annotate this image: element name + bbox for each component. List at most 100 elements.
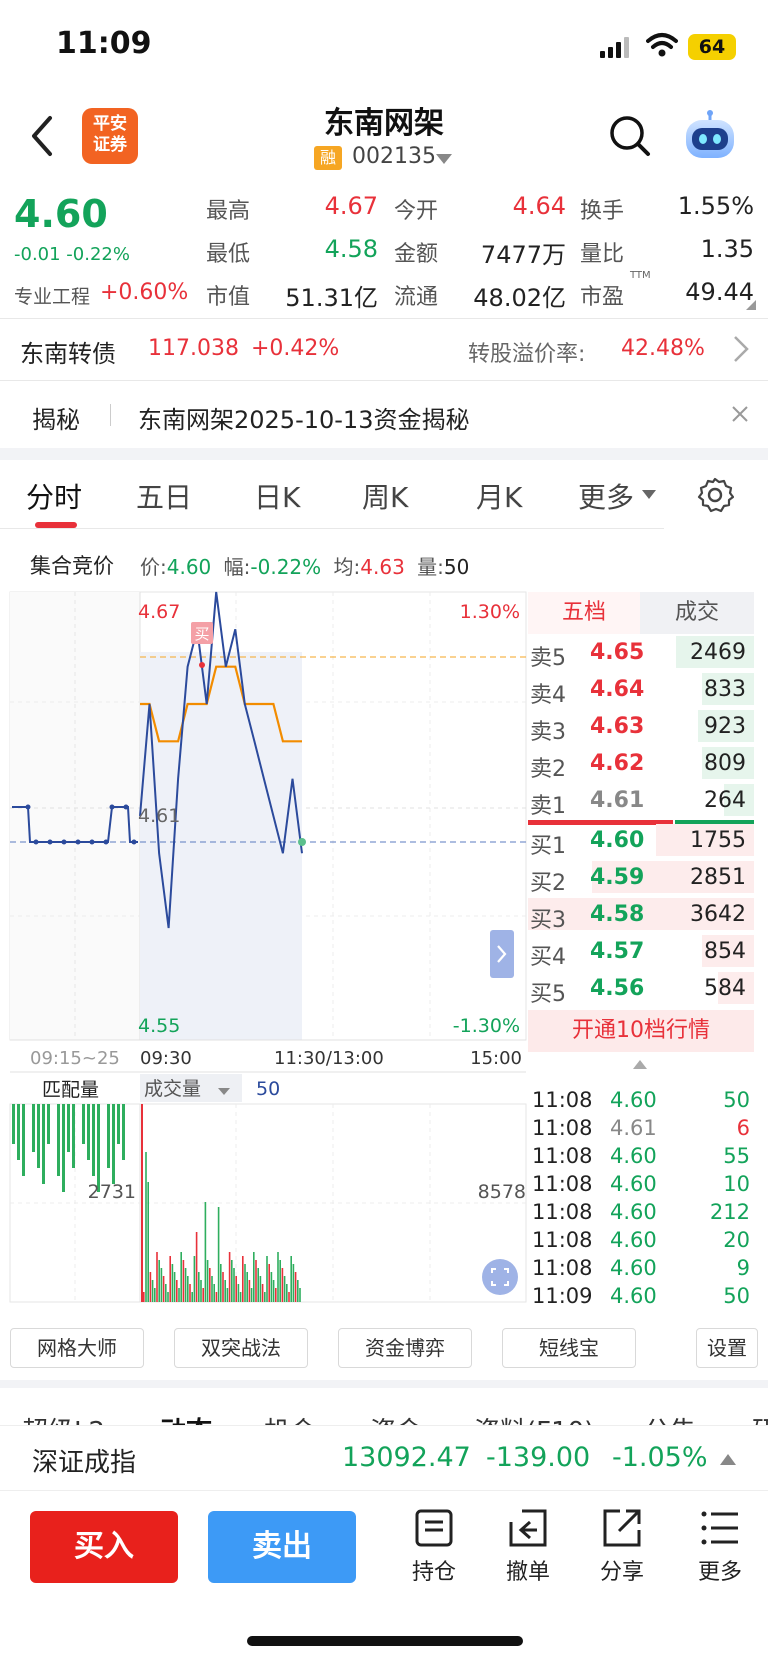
menu-icon: [701, 1511, 738, 1545]
tool-short-term[interactable]: 短线宝: [502, 1328, 636, 1368]
info-avg: 4.63: [360, 555, 405, 579]
conversion-premium-label: 转股溢价率:: [468, 342, 586, 367]
tick-time: 11:08: [532, 1088, 593, 1112]
share-label: 分享: [599, 1560, 644, 1585]
expand-handle[interactable]: [490, 930, 514, 978]
more-button[interactable]: 更多: [680, 1508, 760, 1586]
ai-assistant-icon[interactable]: [682, 110, 738, 162]
tab-monthly-k[interactable]: 月K: [476, 476, 522, 516]
time-label-auction: 09:15~25: [30, 1048, 120, 1069]
close-icon[interactable]: [730, 404, 750, 424]
ask-price: 4.63: [590, 714, 645, 739]
fullscreen-button[interactable]: [482, 1259, 518, 1295]
auction-volume-bar: [22, 1104, 25, 1176]
index-change: -139.00: [486, 1442, 591, 1473]
tick-price: 4.60: [610, 1284, 657, 1308]
tab-more[interactable]: 更多: [578, 476, 634, 516]
volume-bar: [160, 1268, 163, 1302]
chevron-down-icon[interactable]: [642, 490, 656, 499]
index-percent: -1.05%: [612, 1442, 708, 1473]
bid-row[interactable]: 买3 4.58 3642: [528, 896, 754, 933]
sector-name[interactable]: 专业工程: [14, 282, 90, 309]
sell-button[interactable]: 卖出: [208, 1511, 356, 1583]
scroll-up-icon[interactable]: [633, 1060, 647, 1069]
tick-row: 11:08 4.60 212: [530, 1200, 754, 1228]
chevron-right-icon[interactable]: [732, 334, 750, 364]
intraday-chart[interactable]: 买 4.67 4.61 4.55 1.30% -1.30% 09:15~25 0…: [0, 590, 528, 1320]
index-ticker[interactable]: 深证成指 13092.47 -139.00 -1.05%: [0, 1425, 768, 1491]
positions-button[interactable]: 持仓: [394, 1508, 474, 1586]
tab-daily-k[interactable]: 日K: [254, 476, 300, 516]
ask-row[interactable]: 卖5 4.65 2469: [528, 634, 754, 671]
ask-volume: 2469: [690, 640, 746, 665]
sector-change[interactable]: +0.60%: [100, 280, 188, 305]
ask-row[interactable]: 卖2 4.62 809: [528, 745, 754, 782]
gear-icon[interactable]: [696, 476, 734, 514]
volume-bar: [215, 1292, 218, 1302]
volume-bar: [211, 1276, 213, 1302]
volume-bar: [277, 1252, 279, 1302]
divider: [0, 380, 768, 381]
tab-trades[interactable]: 成交: [640, 592, 754, 634]
tab-opportunity[interactable]: 机会: [264, 1411, 316, 1425]
tab-order-book[interactable]: 五档: [528, 592, 640, 634]
tab-research[interactable]: 研: [752, 1411, 768, 1425]
tab-funds[interactable]: 资金: [370, 1411, 422, 1425]
chevron-down-icon[interactable]: [436, 154, 452, 164]
reveal-link[interactable]: 东南网架2025-10-13资金揭秘: [138, 400, 469, 435]
tab-intraday[interactable]: 分时: [26, 476, 82, 516]
wifi-icon: [646, 33, 678, 57]
tab-weekly-k[interactable]: 周K: [362, 476, 408, 516]
bid-row[interactable]: 买1 4.60 1755: [528, 822, 754, 859]
tool-fund-game[interactable]: 资金博弈: [338, 1328, 472, 1368]
auction-volume-bar: [122, 1104, 125, 1160]
tool-double-breakout[interactable]: 双突战法: [174, 1328, 308, 1368]
tab-five-day[interactable]: 五日: [136, 476, 192, 516]
tick-price: 4.61: [610, 1116, 657, 1140]
tool-settings[interactable]: 设置: [696, 1328, 758, 1368]
tab-f10[interactable]: 资料(F10): [474, 1411, 594, 1425]
volume-bar: [204, 1202, 207, 1302]
chevron-up-icon[interactable]: [720, 1454, 736, 1465]
stat-value-float: 48.02亿: [473, 284, 566, 312]
left-volume-max: 2731: [88, 1181, 136, 1203]
status-time: 11:09: [56, 26, 152, 61]
tick-volume: 55: [723, 1144, 750, 1168]
tab-announcements[interactable]: 公告: [644, 1411, 696, 1425]
crosshair-info: 价:4.60 幅:-0.22% 均:4.63 量:50: [140, 551, 469, 580]
volume-bar: [294, 1272, 297, 1302]
ask-row[interactable]: 卖4 4.64 833: [528, 671, 754, 708]
cancel-order-button[interactable]: 撤单: [488, 1508, 568, 1586]
volume-bar: [180, 1252, 182, 1302]
tab-level2[interactable]: 超级L2: [22, 1411, 105, 1425]
search-icon[interactable]: [608, 114, 652, 158]
volume-bar: [299, 1288, 301, 1302]
ask-volume: 809: [704, 751, 746, 776]
bid-price: 4.58: [590, 902, 645, 927]
bid-row[interactable]: 买5 4.56 584: [528, 970, 754, 1007]
bid-row[interactable]: 买4 4.57 854: [528, 933, 754, 970]
ask-row[interactable]: 卖3 4.63 923: [528, 708, 754, 745]
open-level10-button[interactable]: 开通10档行情: [528, 1010, 754, 1052]
convertible-bond-name[interactable]: 东南转债: [20, 334, 116, 369]
share-button[interactable]: 分享: [582, 1508, 662, 1586]
index-value: 13092.47: [342, 1442, 471, 1473]
stock-code[interactable]: 002135: [352, 144, 436, 169]
tab-news[interactable]: 动态: [160, 1411, 212, 1425]
tick-price: 4.60: [610, 1256, 657, 1280]
volume-value: 50: [256, 1078, 280, 1100]
volume-bar: [184, 1268, 187, 1302]
tick-volume: 6: [736, 1116, 750, 1140]
trade-volume-bars: [143, 1152, 301, 1302]
buy-button[interactable]: 买入: [30, 1511, 178, 1583]
bid-row[interactable]: 买2 4.59 2851: [528, 859, 754, 896]
buy-point-dot: [199, 662, 205, 668]
convertible-bond-price: 117.038: [148, 336, 239, 361]
volume-bar: [242, 1256, 244, 1302]
ask-row[interactable]: 卖1 4.61 264: [528, 782, 754, 819]
ask-label: 卖1: [530, 794, 566, 819]
volume-bar: [259, 1276, 262, 1302]
info-price: 4.60: [166, 555, 212, 579]
ask-label: 卖2: [530, 757, 566, 782]
tool-grid-master[interactable]: 网格大师: [10, 1328, 144, 1368]
